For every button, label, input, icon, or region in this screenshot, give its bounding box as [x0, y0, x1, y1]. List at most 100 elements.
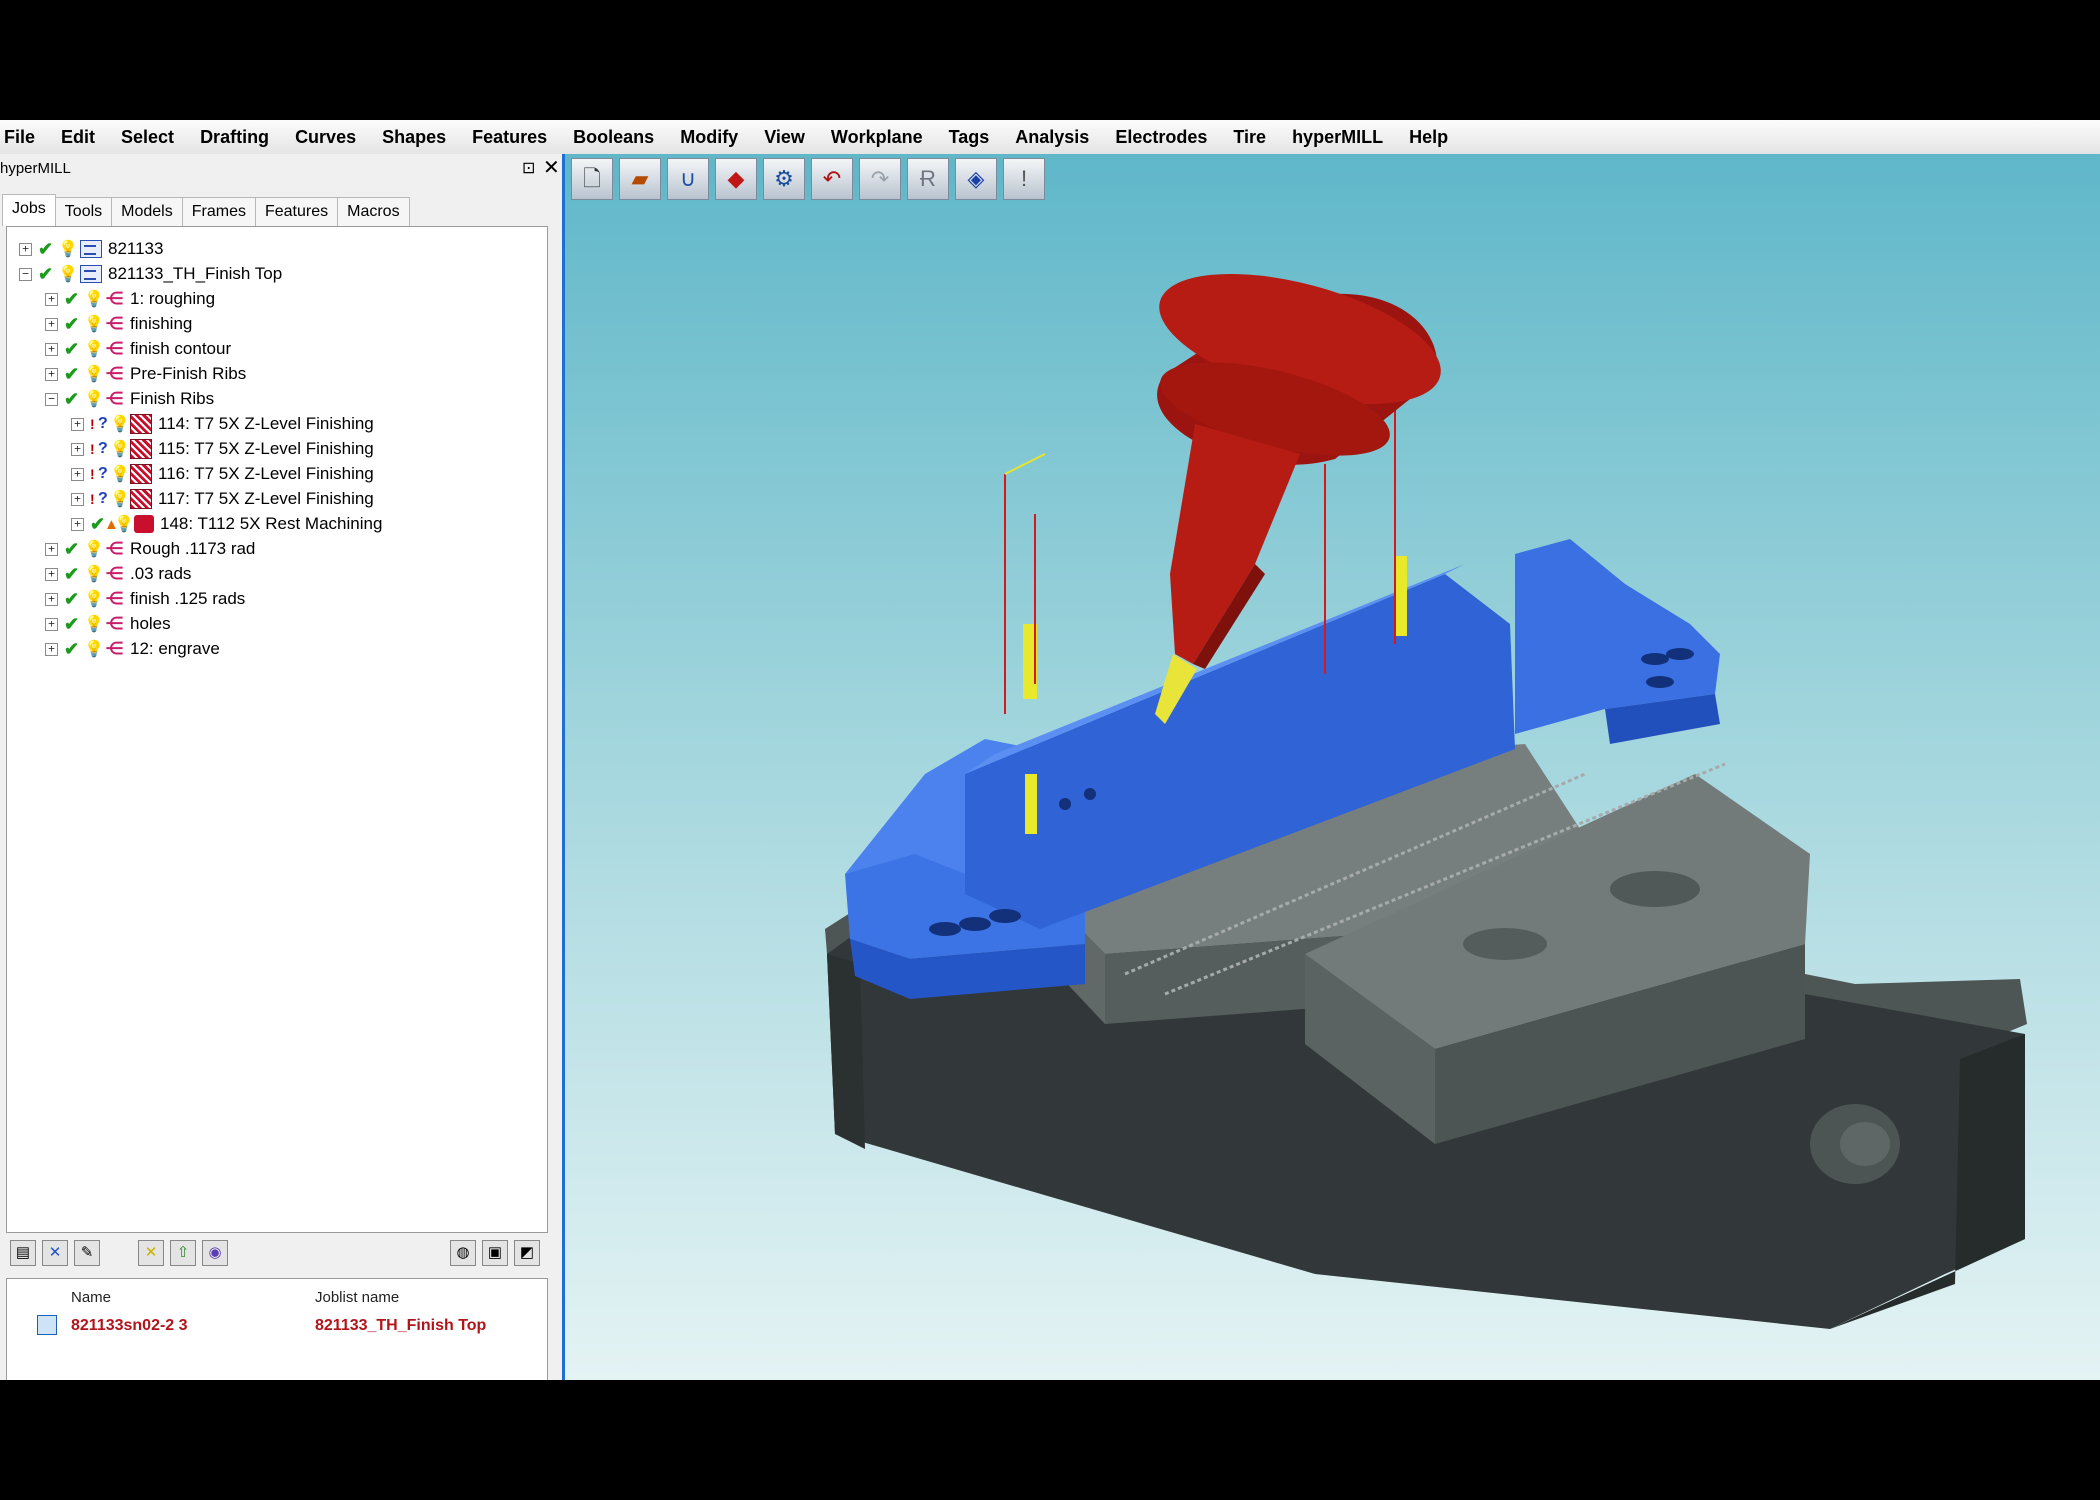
menu-file[interactable]: File [0, 127, 49, 148]
bulb-lit-icon[interactable]: 💡 [84, 389, 104, 409]
tree-node-label: 821133 [108, 239, 164, 258]
pin-icon[interactable]: ⊡ [522, 158, 535, 178]
check-icon: ✔ [90, 513, 106, 534]
joblist-name-cell[interactable]: 821133sn02-2 3 [71, 1317, 188, 1335]
bulb-icon[interactable]: 💡 [84, 364, 104, 384]
export-image-icon[interactable]: ◩ [514, 1240, 540, 1266]
bulb-icon[interactable]: 💡 [110, 464, 130, 484]
compound-job-icon: ⋲ [106, 364, 123, 383]
bulb-icon[interactable]: 💡 [84, 564, 104, 584]
question-icon: ? [98, 440, 108, 457]
tab-frames[interactable]: Frames [181, 197, 256, 226]
menu-workplane[interactable]: Workplane [819, 127, 937, 148]
check-icon: ✔ [64, 563, 80, 584]
menu-bar: File Edit Select Drafting Curves Shapes … [0, 120, 2100, 155]
bulb-icon[interactable]: 💡 [58, 264, 78, 284]
bulb-icon[interactable]: 💡 [110, 439, 130, 459]
job-overview-icon[interactable]: ▤ [10, 1240, 36, 1266]
bulb-icon[interactable]: 💡 [84, 639, 104, 659]
bulb-icon[interactable]: 💡 [110, 489, 130, 509]
expand-icon[interactable]: + [45, 542, 58, 556]
joblist-joblistname-cell[interactable]: 821133_TH_Finish Top [315, 1317, 486, 1335]
image-icon[interactable]: ▣ [482, 1240, 508, 1266]
menu-help[interactable]: Help [1397, 127, 1462, 148]
tab-features[interactable]: Features [254, 197, 339, 226]
reset-icon[interactable]: ✕ [138, 1240, 164, 1266]
expand-icon[interactable]: + [71, 442, 84, 456]
bulb-icon[interactable]: 💡 [110, 414, 130, 434]
joblist-icon [80, 240, 102, 258]
collapse-icon[interactable]: − [19, 267, 32, 281]
tree-node-operation[interactable]: + ! ? 💡 117: T7 5X Z-Level Finishing [71, 487, 374, 511]
menu-shapes[interactable]: Shapes [370, 127, 460, 148]
bulb-icon[interactable]: 💡 [114, 514, 134, 534]
tree-node-compound[interactable]: + ✔ 💡 ⋲ finishing [45, 312, 192, 336]
expand-icon[interactable]: + [71, 517, 84, 531]
menu-modify[interactable]: Modify [668, 127, 752, 148]
comment-icon[interactable]: ✎ [74, 1240, 100, 1266]
expand-icon[interactable]: + [45, 592, 58, 606]
bulb-icon[interactable]: 💡 [58, 239, 78, 259]
tree-node-compound[interactable]: + ✔ 💡 ⋲ finish contour [45, 337, 231, 361]
bulb-icon[interactable]: 💡 [84, 589, 104, 609]
delete-icon[interactable]: ✕ [42, 1240, 68, 1266]
expand-icon[interactable]: + [71, 467, 84, 481]
menu-features[interactable]: Features [460, 127, 561, 148]
bulb-icon[interactable]: 💡 [84, 539, 104, 559]
tree-node-job[interactable]: + ✔ 💡 821133 [19, 237, 163, 261]
menu-analysis[interactable]: Analysis [1003, 127, 1103, 148]
expand-icon[interactable]: + [71, 417, 84, 431]
compound-job-icon: ⋲ [106, 564, 123, 583]
menu-tags[interactable]: Tags [937, 127, 1004, 148]
tab-models[interactable]: Models [111, 197, 183, 226]
expand-icon[interactable]: + [45, 317, 58, 331]
collapse-icon[interactable]: − [45, 392, 58, 406]
expand-icon[interactable]: + [45, 642, 58, 656]
menu-view[interactable]: View [752, 127, 819, 148]
menu-tire[interactable]: Tire [1221, 127, 1280, 148]
tree-node-compound[interactable]: + ✔ 💡 ⋲ Pre-Finish Ribs [45, 362, 246, 386]
menu-electrodes[interactable]: Electrodes [1103, 127, 1221, 148]
expand-icon[interactable]: + [19, 242, 32, 256]
tree-node-compound[interactable]: + ✔ 💡 ⋲ 12: engrave [45, 637, 220, 661]
tree-node-compound[interactable]: + ✔ 💡 ⋲ holes [45, 612, 171, 636]
bulb-icon[interactable]: 💡 [84, 614, 104, 634]
tree-node-job[interactable]: − ✔ 💡 821133_TH_Finish Top [19, 262, 282, 286]
tab-tools[interactable]: Tools [54, 197, 113, 226]
expand-icon[interactable]: + [45, 567, 58, 581]
tree-node-compound[interactable]: − ✔ 💡 ⋲ Finish Ribs [45, 387, 214, 411]
tab-jobs[interactable]: Jobs [2, 194, 56, 226]
menu-edit[interactable]: Edit [49, 127, 109, 148]
menu-booleans[interactable]: Booleans [561, 127, 668, 148]
tree-node-compound[interactable]: + ✔ 💡 ⋲ finish .125 rads [45, 587, 245, 611]
tree-node-operation[interactable]: + ✔ ▲ 💡 148: T112 5X Rest Machining [71, 512, 382, 536]
bulb-icon[interactable]: 💡 [84, 289, 104, 309]
simulate-icon[interactable]: ◍ [450, 1240, 476, 1266]
column-header-joblist[interactable]: Joblist name [315, 1289, 399, 1306]
tree-node-operation[interactable]: + ! ? 💡 115: T7 5X Z-Level Finishing [71, 437, 374, 461]
bulb-icon[interactable]: 💡 [84, 339, 104, 359]
menu-select[interactable]: Select [109, 127, 188, 148]
expand-icon[interactable]: + [71, 492, 84, 506]
machining-scene [825, 273, 2027, 1329]
3d-viewport[interactable]: 🗋 ▰ ∪ ◆ ⚙ ↶ ↷ Ɍ ◈ ! [565, 154, 2100, 1380]
tree-node-compound[interactable]: + ✔ 💡 ⋲ .03 rads [45, 562, 191, 586]
expand-icon[interactable]: + [45, 342, 58, 356]
tree-node-operation[interactable]: + ! ? 💡 116: T7 5X Z-Level Finishing [71, 462, 374, 486]
calculate-icon[interactable]: ◉ [202, 1240, 228, 1266]
tab-macros[interactable]: Macros [337, 197, 410, 226]
expand-icon[interactable]: + [45, 617, 58, 631]
expand-icon[interactable]: + [45, 367, 58, 381]
menu-drafting[interactable]: Drafting [188, 127, 283, 148]
tree-node-compound[interactable]: + ✔ 💡 ⋲ 1: roughing [45, 287, 215, 311]
bulb-icon[interactable]: 💡 [84, 314, 104, 334]
update-icon[interactable]: ⇧ [170, 1240, 196, 1266]
tree-node-compound[interactable]: + ✔ 💡 ⋲ Rough .1173 rad [45, 537, 255, 561]
close-icon[interactable]: ✕ [543, 155, 560, 180]
zlevel-finishing-icon [130, 414, 152, 434]
expand-icon[interactable]: + [45, 292, 58, 306]
menu-curves[interactable]: Curves [283, 127, 370, 148]
tree-node-operation[interactable]: + ! ? 💡 114: T7 5X Z-Level Finishing [71, 412, 374, 436]
menu-hypermill[interactable]: hyperMILL [1280, 127, 1397, 148]
column-header-name[interactable]: Name [71, 1289, 111, 1306]
